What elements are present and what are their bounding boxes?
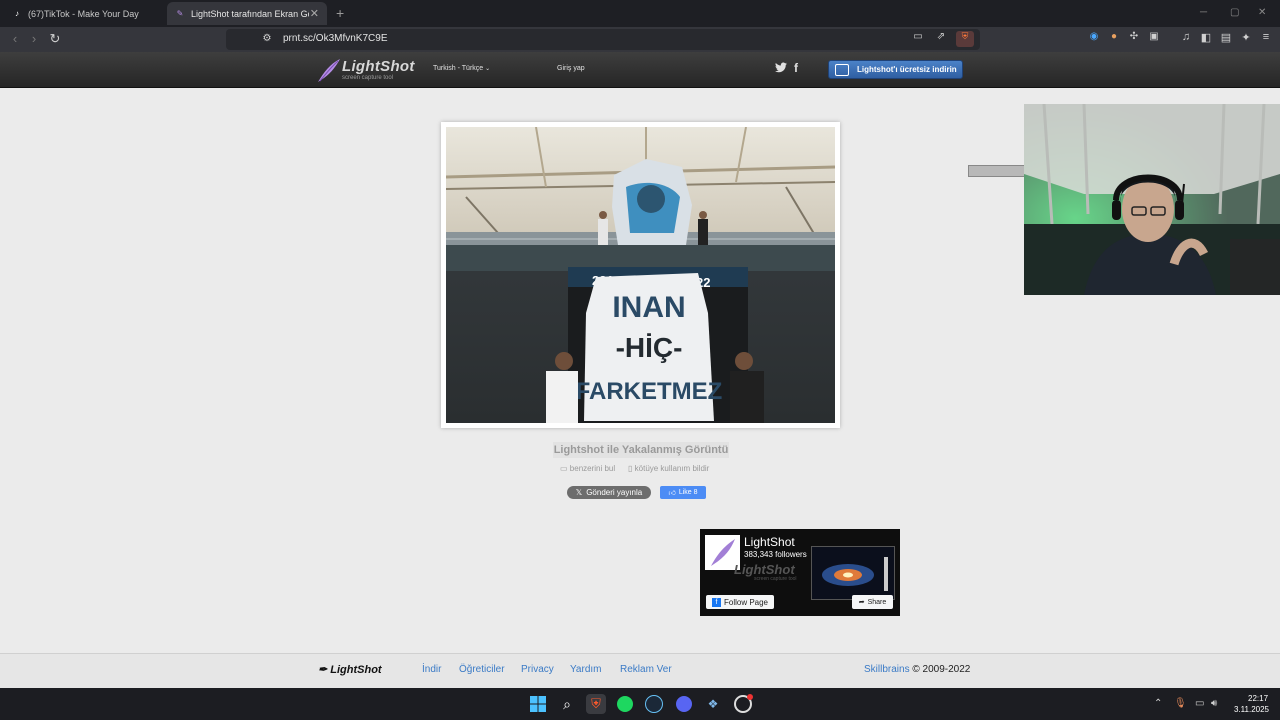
facebook-icon[interactable]: f — [794, 61, 798, 75]
close-tab-icon[interactable]: ✕ — [310, 7, 319, 20]
clock-time[interactable]: 22:17 — [1248, 694, 1268, 703]
new-tab-button[interactable]: + — [336, 5, 344, 21]
banner-line-1: INAN — [612, 291, 685, 324]
tweet-label: Gönderi yayınla — [586, 488, 643, 497]
spotify-icon[interactable] — [615, 694, 635, 714]
download-label: Lightshot'ı ücretsiz indirin — [857, 65, 957, 74]
twitter-icon[interactable] — [775, 62, 787, 76]
find-similar-label: benzerini bul — [569, 464, 616, 473]
like-label: Like 8 — [678, 489, 698, 496]
windows-start-icon[interactable] — [528, 694, 548, 714]
facebook-icon: f — [711, 597, 721, 607]
network-app-icon[interactable]: ❖ — [703, 694, 723, 714]
banner-line-3: FARKETMEZ — [576, 378, 723, 405]
app-notification-icon[interactable] — [733, 694, 753, 714]
fb-page-name[interactable]: LightShot — [744, 535, 795, 549]
footer-link-advertise[interactable]: Reklam Ver — [620, 664, 672, 675]
audio-playing-icon[interactable]: ◉ — [1086, 31, 1102, 42]
maximize-button[interactable]: ▢ — [1230, 7, 1239, 18]
share-button[interactable]: ➦ Share — [852, 595, 893, 609]
leo-ai-icon[interactable]: ✦ — [1238, 31, 1254, 44]
logo-subtitle: screen capture tool — [342, 75, 394, 81]
login-link[interactable]: Giriş yap — [557, 65, 585, 72]
chevron-up-icon[interactable]: ⌃ — [1154, 698, 1162, 709]
tweet-button[interactable]: 𝕏 Gönderi yayınla — [567, 486, 651, 499]
fb-followers: 383,343 followers — [744, 550, 807, 559]
microphone-icon[interactable]: 🎙︎ — [1174, 698, 1187, 709]
language-label: Turkish - Türkçe — [433, 65, 484, 72]
wallet-icon[interactable]: ▤ — [1218, 31, 1234, 44]
footer-link-privacy[interactable]: Privacy — [521, 664, 554, 675]
footer-link-tutorials[interactable]: Öğreticiler — [459, 664, 505, 675]
tiktok-icon: ♪ — [15, 9, 19, 18]
share-label: Share — [867, 598, 887, 606]
windows-taskbar — [0, 688, 1280, 720]
webcam-overlay — [1024, 104, 1280, 295]
follow-label: Follow Page — [723, 597, 769, 607]
fb-cover-subtitle: screen capture tool — [754, 576, 797, 582]
clock-date[interactable]: 3.11.2025 — [1234, 705, 1269, 714]
tab-lightshot[interactable]: ✎ LightShot tarafından Ekran Görü ✕ — [167, 2, 327, 25]
feather-icon: ✎ — [176, 9, 184, 18]
menu-icon[interactable]: ≡ — [1258, 31, 1274, 43]
search-icon[interactable]: ⌕ — [557, 694, 577, 714]
tab-tiktok[interactable]: ♪ (67)TikTok - Make Your Day — [4, 2, 164, 25]
footer-logo-text: LightShot — [330, 664, 382, 676]
follow-page-button[interactable]: f Follow Page — [706, 595, 774, 609]
puzzle-icon[interactable]: ✣ — [1126, 31, 1142, 42]
logo-title[interactable]: LightShot — [342, 58, 415, 75]
forward-icon[interactable]: › — [26, 31, 42, 46]
company-link[interactable]: Skillbrains — [864, 664, 910, 675]
minimize-button[interactable]: ─ — [1200, 7, 1207, 18]
language-select[interactable]: Turkish - Türkçe ⌄ — [433, 65, 490, 72]
footer-link-download[interactable]: İndir — [422, 664, 441, 675]
download-icon — [835, 63, 849, 76]
copyright-years: © 2009-2022 — [912, 664, 971, 675]
footer-link-help[interactable]: Yardım — [570, 664, 602, 675]
brave-browser-icon[interactable]: ⛨ — [586, 694, 606, 714]
image-caption: Lightshot ile Yakalanmış Görüntü — [553, 442, 729, 458]
site-header — [0, 52, 1280, 88]
copyright: Skillbrains © 2009-2022 — [864, 664, 970, 675]
find-similar-link[interactable]: ▭ benzerini bul — [560, 464, 615, 473]
screenshot-image[interactable]: 221 22 INAN -HİÇ- FARKETMEZ — [446, 127, 835, 423]
banner-line-2: -HİÇ- — [616, 332, 683, 363]
share-icon[interactable]: ⇗ — [933, 31, 949, 42]
music-icon[interactable]: ♫ — [1178, 31, 1194, 43]
site-settings-icon[interactable]: ⚙ — [259, 33, 275, 44]
feather-icon: ✒ — [318, 664, 328, 676]
volume-icon[interactable]: 🔊︎ — [1211, 698, 1217, 709]
thumbs-up-icon: 👍︎ — [668, 490, 676, 497]
sidebar-icon[interactable]: ◧ — [1198, 31, 1214, 44]
fb-cover-logo: LightShot — [734, 562, 795, 577]
share-arrow-icon: ➦ — [858, 599, 865, 606]
reload-icon[interactable]: ↻ — [47, 31, 63, 47]
steam-icon[interactable] — [644, 694, 664, 714]
cast-icon[interactable]: ▭ — [910, 31, 926, 42]
image-icon: ▭ — [560, 464, 568, 473]
like-button[interactable]: 👍︎ Like 8 — [660, 486, 706, 499]
back-icon[interactable]: ‹ — [7, 31, 23, 46]
extension-icon[interactable]: ● — [1106, 31, 1122, 42]
footer-logo[interactable]: ✒ LightShot — [318, 663, 382, 676]
download-button[interactable]: Lightshot'ı ücretsiz indirin — [828, 60, 963, 79]
report-label: kötüye kullanım bildir — [634, 464, 710, 473]
close-window-button[interactable]: ✕ — [1258, 7, 1266, 18]
trash-icon: ▯ — [628, 464, 633, 473]
x-logo-icon: 𝕏 — [575, 488, 583, 497]
chevron-down-icon: ⌄ — [485, 66, 491, 72]
tab-title: LightShot tarafından Ekran Görü — [191, 8, 309, 19]
overlay-bar — [968, 165, 1026, 177]
report-abuse-link[interactable]: ▯ kötüye kullanım bildir — [628, 464, 709, 473]
discord-icon[interactable] — [674, 694, 694, 714]
brave-shields-icon[interactable]: ⛨ — [956, 31, 974, 47]
display-icon[interactable]: ▭ — [1195, 698, 1204, 709]
url-text[interactable]: prnt.sc/Ok3MfvnK7C9E — [283, 33, 387, 44]
fb-cover-image[interactable] — [811, 546, 895, 600]
tab-title: (67)TikTok - Make Your Day — [28, 8, 139, 19]
screenshot-ext-icon[interactable]: ▣ — [1146, 31, 1162, 42]
